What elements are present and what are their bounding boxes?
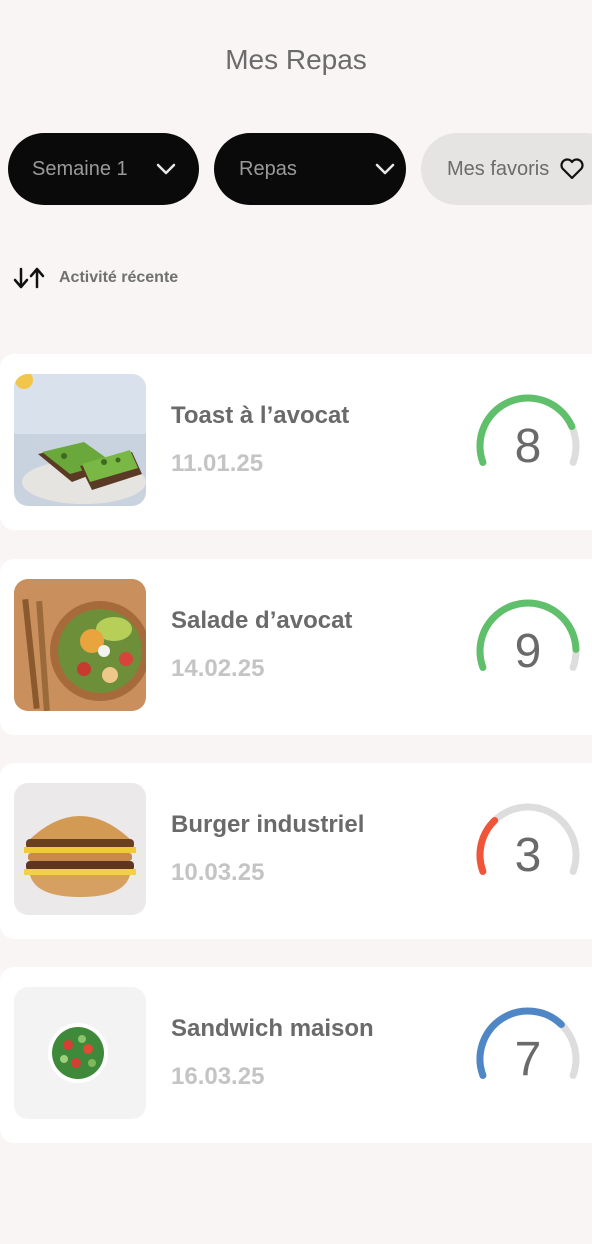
score-value: 3 — [514, 828, 542, 882]
meal-photo-burger — [14, 783, 146, 915]
score-value: 7 — [514, 1032, 542, 1086]
meal-photo-sandwich — [14, 987, 146, 1119]
score-gauge: 8 — [470, 388, 586, 504]
meal-card[interactable]: Burger industriel 10.03.25 3 — [0, 763, 592, 939]
sort-arrows-icon — [13, 267, 45, 289]
meal-card[interactable]: Salade d’avocat 14.02.25 9 — [0, 559, 592, 735]
score-value: 8 — [514, 419, 542, 473]
category-dropdown[interactable]: Repas — [214, 133, 406, 205]
favorites-filter-label: Mes favoris — [447, 157, 550, 180]
meal-name: Burger industriel — [171, 811, 365, 838]
filter-bar: Semaine 1 Repas Mes favoris — [8, 133, 592, 205]
score-gauge: 7 — [470, 1001, 586, 1117]
week-dropdown-label: Semaine 1 — [32, 157, 128, 180]
meal-name: Toast à l’avocat — [171, 402, 350, 429]
chevron-down-icon — [375, 163, 395, 175]
category-dropdown-label: Repas — [239, 157, 297, 180]
meal-photo-avocado-salad — [14, 579, 146, 711]
meal-card[interactable]: Toast à l’avocat 11.01.25 8 — [0, 354, 592, 530]
page-title: Mes Repas — [225, 44, 367, 75]
meal-date: 14.02.25 — [171, 655, 265, 682]
meal-name: Salade d’avocat — [171, 607, 353, 634]
meal-name: Sandwich maison — [171, 1015, 374, 1042]
favorites-filter[interactable]: Mes favoris — [421, 133, 592, 205]
score-gauge: 3 — [470, 797, 586, 913]
score-gauge: 9 — [470, 593, 586, 709]
meal-date: 10.03.25 — [171, 859, 265, 886]
heart-icon — [560, 158, 584, 180]
score-value: 9 — [514, 624, 542, 678]
meal-card[interactable]: Sandwich maison 16.03.25 7 — [0, 967, 592, 1143]
sort-label: Activité récente — [59, 269, 179, 286]
meal-date: 11.01.25 — [171, 450, 264, 477]
chevron-down-icon — [156, 163, 175, 175]
week-dropdown[interactable]: Semaine 1 — [8, 133, 199, 205]
meal-photo-avocado-toast — [14, 374, 146, 506]
sort-control[interactable]: Activité récente — [13, 262, 178, 294]
meal-date: 16.03.25 — [171, 1063, 265, 1090]
